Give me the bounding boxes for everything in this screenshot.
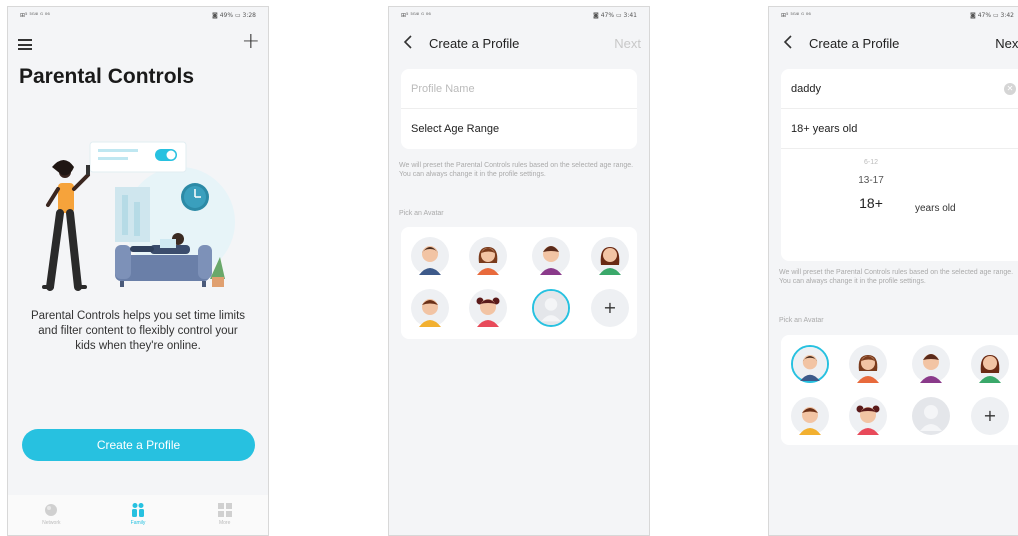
back-arrow-icon[interactable] <box>401 34 415 50</box>
avatar-default[interactable] <box>912 397 950 435</box>
girl-avatar-icon <box>849 345 887 383</box>
avatar-kid-2[interactable] <box>849 397 887 435</box>
boy-avatar-icon <box>411 237 449 275</box>
next-button[interactable]: Next <box>614 36 641 51</box>
age-range-selector[interactable]: Select Age Range <box>401 109 637 149</box>
avatar-default-selected[interactable] <box>532 289 570 327</box>
profile-name-input[interactable]: daddy ✕ <box>781 69 1018 109</box>
kid-avatar-icon <box>791 397 829 435</box>
boy-avatar-icon <box>793 347 827 381</box>
avatar-girl-2[interactable] <box>971 345 1009 383</box>
avatar-girl-1[interactable] <box>849 345 887 383</box>
status-right: ◙ 47% ▭ 3:42 <box>969 12 1014 19</box>
add-avatar-button[interactable]: + <box>591 289 629 327</box>
create-profile-button[interactable]: Create a Profile <box>22 429 255 461</box>
tab-more[interactable]: More <box>181 495 268 535</box>
girl-avatar-icon <box>971 345 1009 383</box>
status-right: ◙ 47% ▭ 3:41 <box>592 12 637 19</box>
tab-family[interactable]: Family <box>95 495 182 535</box>
profile-name-value: daddy <box>791 83 821 95</box>
header-title: Create a Profile <box>429 36 520 51</box>
header-title: Create a Profile <box>809 36 900 51</box>
avatar-picker: + <box>401 227 637 339</box>
avatar-boy-1-selected[interactable] <box>791 345 829 383</box>
tab-network[interactable]: Network <box>8 495 95 535</box>
tab-family-label: Family <box>130 520 146 526</box>
avatar-kid-1[interactable] <box>411 289 449 327</box>
status-bar: ⊞⁵ ⁵ᴳ⁴ᴵ ᴳ ⁰⁶ ◙ 47% ▭ 3:41 <box>389 7 649 25</box>
status-bar: ⊞⁵ ⁵ᴳ⁴ᴵ ᴳ ⁰⁶ ◙ 49% ▭ 3:28 <box>8 7 268 25</box>
add-icon[interactable]: + <box>242 31 260 53</box>
wheel-option-13-17[interactable]: 13-17 <box>841 175 901 186</box>
kid-avatar-icon <box>411 289 449 327</box>
kid-avatar-icon <box>849 397 887 435</box>
back-arrow-icon[interactable] <box>781 34 795 50</box>
menu-icon[interactable] <box>18 39 32 50</box>
grid-icon <box>217 503 232 517</box>
avatar-boy-1[interactable] <box>411 237 449 275</box>
wheel-option-18-plus[interactable]: 18+ <box>841 195 901 211</box>
status-left: ⊞⁵ ⁵ᴳ⁴ᴵ ᴳ ⁰⁶ <box>401 12 431 19</box>
clear-icon[interactable]: ✕ <box>1004 83 1016 95</box>
avatar-kid-2[interactable] <box>469 289 507 327</box>
status-left: ⊞⁵ ⁵ᴳ⁴ᴵ ᴳ ⁰⁶ <box>781 12 811 19</box>
family-illustration <box>42 141 235 291</box>
status-right: ◙ 49% ▭ 3:28 <box>211 12 256 19</box>
status-bar: ⊞⁵ ⁵ᴳ⁴ᴵ ᴳ ⁰⁶ ◙ 47% ▭ 3:42 <box>769 7 1018 25</box>
description-text: Parental Controls helps you set time lim… <box>30 310 246 352</box>
avatar-section-label: Pick an Avatar <box>399 210 444 217</box>
avatar-section-label: Pick an Avatar <box>779 317 824 324</box>
profile-name-input[interactable]: Profile Name <box>401 69 637 109</box>
avatar-girl-2[interactable] <box>591 237 629 275</box>
avatar-picker: + <box>781 335 1018 445</box>
kid-avatar-icon <box>469 289 507 327</box>
tab-more-label: More <box>218 520 231 526</box>
girl-avatar-icon <box>591 237 629 275</box>
tab-network-label: Network <box>42 520 61 526</box>
profile-form-card: daddy ✕ 18+ years old 6-12 13-17 18+ yea… <box>781 69 1018 261</box>
add-avatar-button[interactable]: + <box>971 397 1009 435</box>
next-button[interactable]: Next <box>995 36 1018 51</box>
wheel-option-6-12[interactable]: 6-12 <box>841 159 901 166</box>
parental-controls-screen: ⊞⁵ ⁵ᴳ⁴ᴵ ᴳ ⁰⁶ ◙ 49% ▭ 3:28 + Parental Con… <box>7 6 269 536</box>
preset-note: We will preset the Parental Controls rul… <box>779 269 1014 285</box>
status-left: ⊞⁵ ⁵ᴳ⁴ᴵ ᴳ ⁰⁶ <box>20 12 50 19</box>
age-range-selector[interactable]: 18+ years old <box>781 109 1018 149</box>
avatar-kid-1[interactable] <box>791 397 829 435</box>
create-profile-filled-screen: ⊞⁵ ⁵ᴳ⁴ᴵ ᴳ ⁰⁶ ◙ 47% ▭ 3:42 Create a Profi… <box>768 6 1018 536</box>
avatar-girl-1[interactable] <box>469 237 507 275</box>
create-profile-screen: ⊞⁵ ⁵ᴳ⁴ᴵ ᴳ ⁰⁶ ◙ 47% ▭ 3:41 Create a Profi… <box>388 6 650 536</box>
avatar-boy-2[interactable] <box>912 345 950 383</box>
preset-note: We will preset the Parental Controls rul… <box>399 162 634 178</box>
boy-avatar-icon <box>912 345 950 383</box>
age-picker-wheel[interactable]: 6-12 13-17 18+ years old <box>781 151 1018 259</box>
default-avatar-icon <box>912 397 950 435</box>
family-icon <box>132 503 144 517</box>
wheel-suffix: years old <box>915 203 956 214</box>
girl-avatar-icon <box>469 237 507 275</box>
bottom-tab-bar: Network Family More <box>8 495 268 535</box>
page-title: Parental Controls <box>19 65 195 88</box>
profile-form-card: Profile Name Select Age Range <box>401 69 637 149</box>
globe-icon <box>45 504 58 516</box>
boy-avatar-icon <box>532 237 570 275</box>
default-avatar-icon <box>534 291 568 325</box>
avatar-boy-2[interactable] <box>532 237 570 275</box>
